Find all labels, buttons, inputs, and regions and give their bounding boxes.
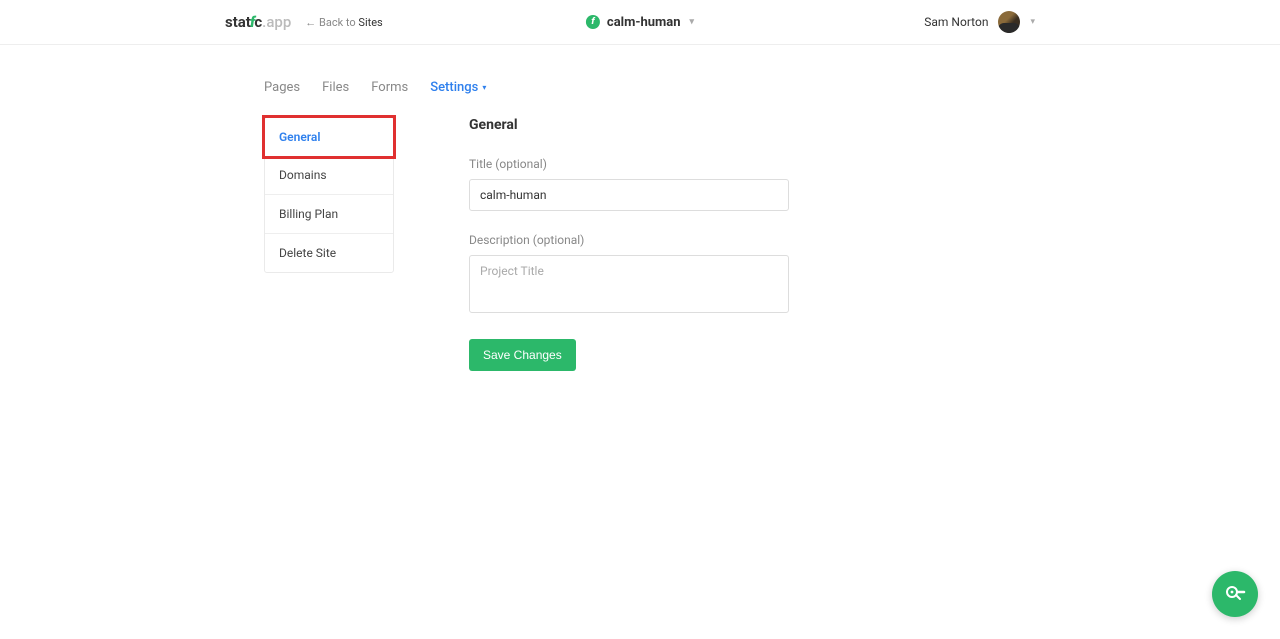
avatar: [998, 11, 1020, 33]
app-logo[interactable]: statfc.app: [225, 13, 291, 31]
back-prefix: ← Back to: [305, 16, 358, 29]
sidebar-item-general[interactable]: General: [265, 118, 393, 156]
back-to-sites-link[interactable]: ← Back to Sites: [305, 16, 382, 29]
description-label: Description (optional): [469, 233, 789, 247]
sidebar-item-label: General: [279, 130, 320, 144]
chevron-down-icon: ▾: [1030, 17, 1035, 27]
user-name-label: Sam Norton: [924, 15, 988, 29]
current-site-name: calm-human: [607, 15, 681, 30]
sidebar-item-billing-plan[interactable]: Billing Plan: [265, 195, 393, 234]
tab-forms[interactable]: Forms: [371, 80, 408, 95]
sidebar-item-label: Delete Site: [279, 246, 336, 260]
description-field-group: Description (optional): [469, 233, 789, 317]
title-field-group: Title (optional): [469, 157, 789, 211]
sidebar-item-label: Domains: [279, 168, 327, 182]
tab-files[interactable]: Files: [322, 80, 349, 95]
main-tabs: Pages Files Forms Settings ▾: [264, 45, 1024, 117]
highlight-annotation: General: [262, 115, 396, 159]
description-textarea[interactable]: [469, 255, 789, 313]
tab-settings[interactable]: Settings ▾: [430, 80, 486, 95]
chat-support-button[interactable]: [1212, 571, 1258, 617]
save-changes-button[interactable]: Save Changes: [469, 339, 576, 371]
section-heading: General: [469, 117, 789, 133]
header-left: statfc.app ← Back to Sites: [20, 13, 383, 31]
settings-sidebar: General Domains Billing Plan Delete Site: [264, 117, 394, 273]
sidebar-item-delete-site[interactable]: Delete Site: [265, 234, 393, 272]
settings-form: General Title (optional) Description (op…: [469, 117, 789, 371]
chevron-down-icon: ▾: [482, 83, 486, 92]
chevron-down-icon: ▾: [690, 17, 695, 27]
title-label: Title (optional): [469, 157, 789, 171]
logo-text-1: stat: [225, 13, 251, 31]
title-input[interactable]: [469, 179, 789, 211]
sidebar-item-domains[interactable]: Domains: [265, 156, 393, 195]
back-target: Sites: [358, 16, 382, 29]
user-menu[interactable]: Sam Norton ▾: [924, 11, 1035, 33]
site-selector[interactable]: f calm-human ▾: [586, 15, 694, 30]
chat-icon: [1223, 582, 1247, 606]
lightning-badge-icon: f: [586, 15, 600, 29]
tab-pages[interactable]: Pages: [264, 80, 300, 95]
top-header: statfc.app ← Back to Sites f calm-human …: [0, 0, 1280, 45]
sidebar-item-label: Billing Plan: [279, 207, 338, 221]
logo-app-suffix: .app: [262, 13, 291, 31]
